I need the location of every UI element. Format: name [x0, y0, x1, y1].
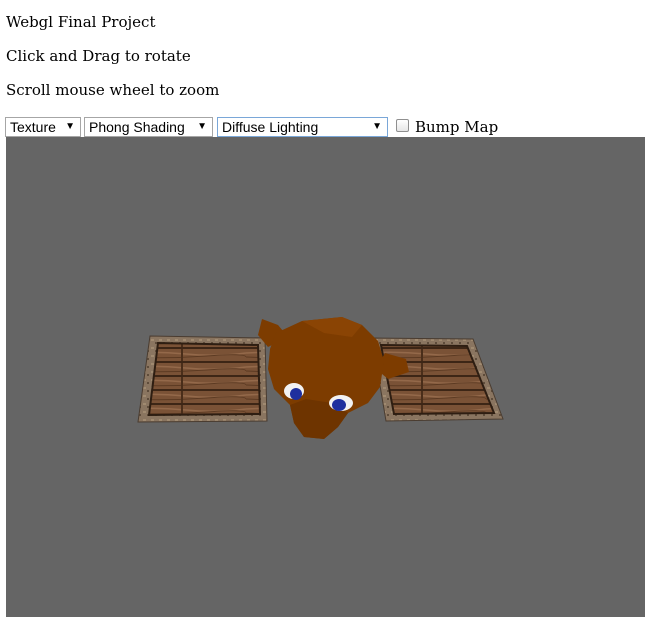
webgl-canvas[interactable]: [6, 137, 645, 617]
dropdown-arrow-icon: ▼: [65, 121, 75, 132]
lighting-select-value: Diffuse Lighting: [222, 119, 319, 135]
dropdown-arrow-icon: ▼: [197, 121, 207, 132]
material-select-value: Texture: [10, 119, 56, 135]
lighting-select[interactable]: Diffuse Lighting ▼: [217, 117, 388, 137]
rotate-instruction: Click and Drag to rotate: [6, 47, 191, 65]
page-title: Webgl Final Project: [6, 13, 156, 31]
bump-map-label[interactable]: Bump Map: [415, 118, 498, 136]
shading-select[interactable]: Phong Shading ▼: [84, 117, 213, 137]
wooden-crate-right: [371, 337, 504, 422]
zoom-instruction: Scroll mouse wheel to zoom: [6, 81, 220, 99]
shading-select-value: Phong Shading: [89, 119, 185, 135]
wooden-crate-left: [137, 335, 268, 423]
material-select[interactable]: Texture ▼: [5, 117, 81, 137]
bump-map-checkbox[interactable]: [396, 119, 409, 132]
dropdown-arrow-icon: ▼: [372, 121, 382, 132]
scene-render: [137, 317, 504, 439]
